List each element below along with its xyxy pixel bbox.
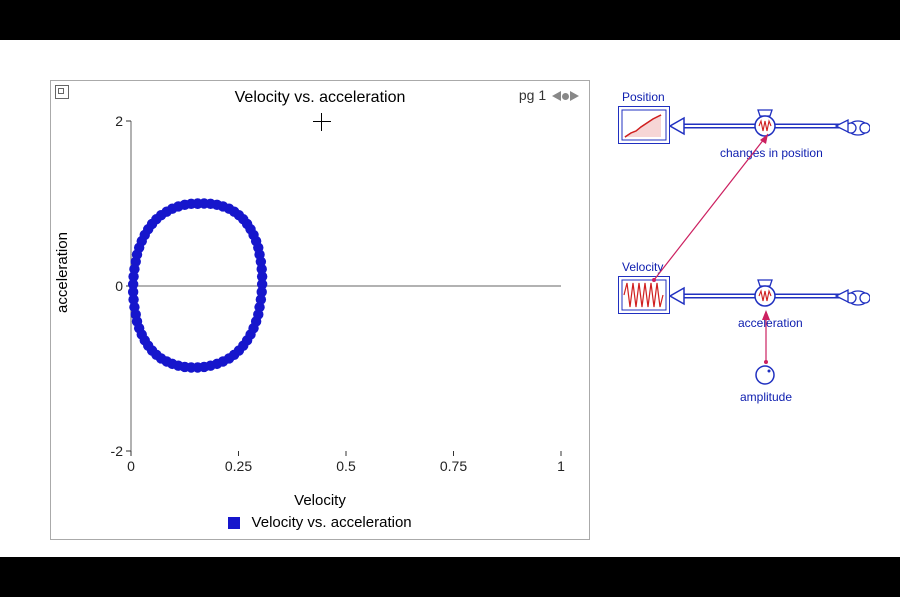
plot-svg: 00.250.50.751-202 <box>111 111 571 481</box>
model-diagram[interactable]: Position <box>610 90 880 440</box>
svg-text:0: 0 <box>127 458 135 474</box>
letterbox-bottom <box>0 557 900 597</box>
svg-text:-2: -2 <box>111 443 123 459</box>
page-dot-icon <box>562 93 569 100</box>
x-axis-label: Velocity <box>51 492 589 509</box>
next-page-icon[interactable] <box>570 91 579 101</box>
legend: Velocity vs. acceleration <box>51 514 589 531</box>
page-label: pg 1 <box>519 87 546 103</box>
chart-panel[interactable]: Velocity vs. acceleration pg 1 accelerat… <box>50 80 590 540</box>
svg-text:1: 1 <box>557 458 565 474</box>
content-area: Velocity vs. acceleration pg 1 accelerat… <box>0 40 900 557</box>
legend-swatch-icon <box>228 517 240 529</box>
converter-label-amplitude: amplitude <box>740 390 792 404</box>
legend-text: Velocity vs. acceleration <box>252 514 412 531</box>
prev-page-icon[interactable] <box>552 91 561 101</box>
svg-text:0: 0 <box>115 278 123 294</box>
y-axis-label: acceleration <box>54 192 71 273</box>
svg-text:2: 2 <box>115 113 123 129</box>
svg-text:0.5: 0.5 <box>336 458 356 474</box>
link-velocity-to-position-flow <box>650 130 810 290</box>
svg-text:0.25: 0.25 <box>225 458 252 474</box>
link-amplitude-to-acceleration <box>758 310 778 366</box>
page-indicator: pg 1 <box>519 87 579 103</box>
plot-area[interactable]: 00.250.50.751-202 <box>111 111 571 481</box>
chart-title: Velocity vs. acceleration <box>51 89 589 107</box>
letterbox-top <box>0 0 900 40</box>
svg-text:0.75: 0.75 <box>440 458 467 474</box>
stock-label-position: Position <box>622 90 665 104</box>
